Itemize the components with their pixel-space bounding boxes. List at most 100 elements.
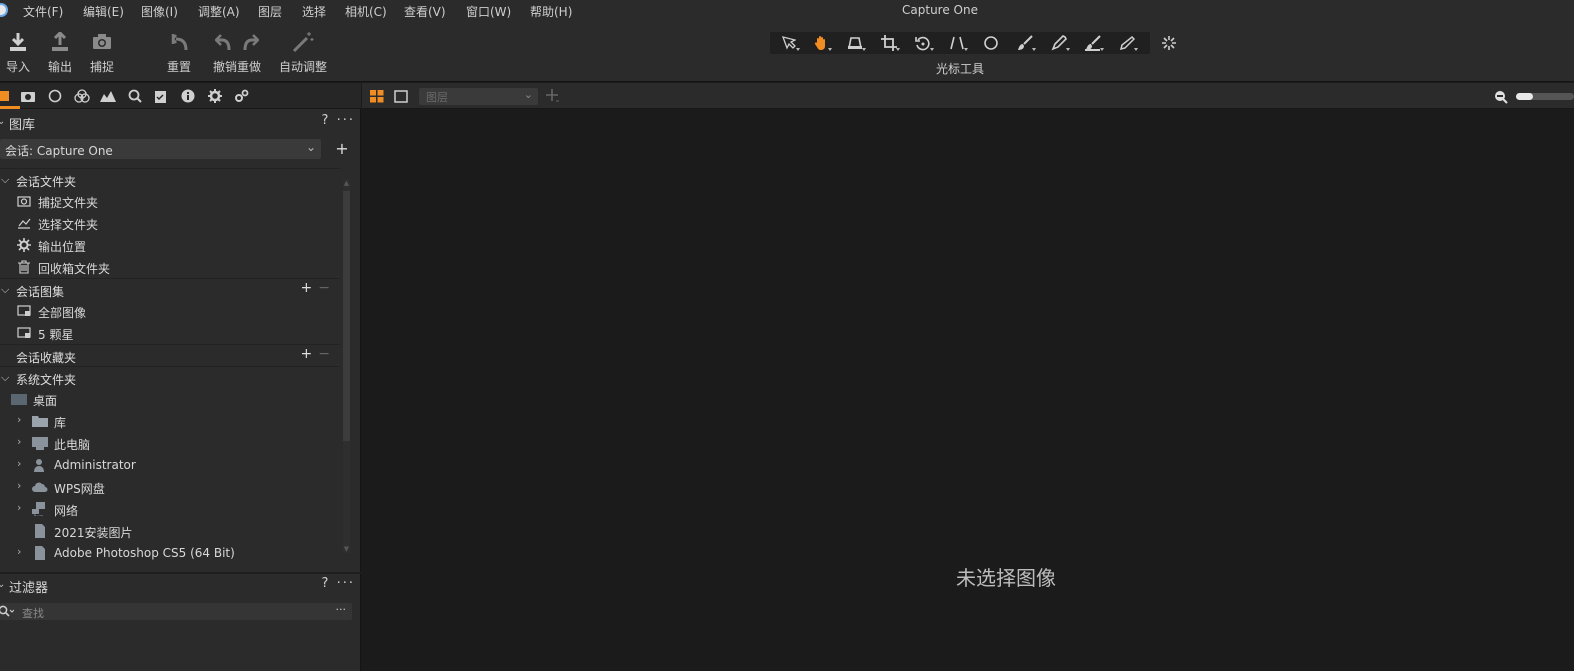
eraser-tool[interactable] <box>1080 34 1106 52</box>
add-layer-icon[interactable] <box>546 89 560 103</box>
chevron-right-icon[interactable]: › <box>17 479 21 492</box>
left-tool-panel: ⌄ 图库 ? ··· 会话: Capture One ⌄ + ⌵ 会话文件夹 捕… <box>0 83 361 671</box>
pencil-tool[interactable] <box>1114 34 1140 52</box>
rotate-tool[interactable] <box>910 34 936 52</box>
system-folder-administrator[interactable]: › Administrator <box>0 454 340 476</box>
session-favorites-header[interactable]: 会话收藏夹 +− <box>0 344 340 366</box>
crop-icon <box>881 35 897 51</box>
picker-tool[interactable] <box>1046 34 1072 52</box>
hand-pan-icon <box>814 36 825 50</box>
scroll-down-icon[interactable]: ▼ <box>343 545 350 553</box>
menu-view[interactable]: 查看(V) <box>404 3 446 20</box>
file-icon <box>35 546 45 560</box>
filters-help-button[interactable]: ? <box>322 576 331 591</box>
crop-tool[interactable] <box>876 34 902 52</box>
list-item-label: 5 颗星 <box>38 328 74 342</box>
session-folder-output[interactable]: 输出位置 <box>0 234 340 256</box>
menu-image[interactable]: 图像(I) <box>141 3 178 20</box>
system-folders-header[interactable]: ⌵ 系统文件夹 <box>0 366 340 388</box>
system-folder-wps-drive[interactable]: › WPS网盘 <box>0 476 340 498</box>
chevron-right-icon[interactable]: › <box>17 545 21 558</box>
tab-metadata[interactable] <box>179 87 197 105</box>
brush-tool[interactable] <box>1012 34 1038 52</box>
add-album-button[interactable]: + <box>301 280 319 296</box>
library-help-button[interactable]: ? <box>322 113 331 128</box>
session-select[interactable]: 会话: Capture One ⌄ <box>0 139 321 159</box>
capture-button[interactable]: 捕捉 <box>88 30 116 75</box>
menu-select[interactable]: 选择 <box>302 3 326 20</box>
library-scroll-thumb[interactable] <box>343 191 350 441</box>
system-folder-2021-images[interactable]: 2021安装图片 <box>0 520 340 542</box>
tab-batch[interactable] <box>233 87 251 105</box>
gear-tab-icon <box>208 89 222 103</box>
library-scrollbar[interactable]: ▲ ▼ <box>343 179 350 553</box>
menu-adjust[interactable]: 调整(A) <box>198 3 240 20</box>
image-viewer[interactable]: 未选择图像 <box>362 109 1574 671</box>
chevron-right-icon[interactable]: › <box>17 501 21 514</box>
tab-output[interactable] <box>206 87 224 105</box>
system-folder-library[interactable]: › 库 <box>0 410 340 432</box>
tab-details[interactable] <box>126 87 144 105</box>
tab-library[interactable] <box>0 87 14 105</box>
library-section-header[interactable]: ⌄ 图库 ? ··· <box>0 111 361 133</box>
layer-select[interactable]: 图层 ⌄ <box>419 88 538 105</box>
filters-more-button[interactable]: ··· <box>337 576 355 591</box>
session-folder-trash[interactable]: 回收箱文件夹 <box>0 256 340 278</box>
filter-search-input[interactable]: 查找 ··· <box>0 603 352 620</box>
menu-help[interactable]: 帮助(H) <box>530 3 572 20</box>
pan-tool[interactable] <box>808 34 834 52</box>
zoom-out-icon[interactable] <box>1494 90 1508 104</box>
add-favorite-button[interactable]: + <box>301 346 319 362</box>
scroll-up-icon[interactable]: ▲ <box>343 179 350 187</box>
album-5-stars[interactable]: 5 颗星 <box>0 322 340 344</box>
import-button[interactable]: 导入 <box>4 30 32 75</box>
remove-favorite-button[interactable]: − <box>318 346 336 362</box>
session-albums-header[interactable]: ⌵ 会话图集 +− <box>0 278 340 300</box>
import-icon <box>10 33 26 51</box>
single-view-icon[interactable] <box>394 90 408 103</box>
tab-adjustments[interactable] <box>152 87 170 105</box>
album-all-images[interactable]: 全部图像 <box>0 300 340 322</box>
zoom-slider[interactable] <box>1516 93 1574 100</box>
session-folders-header[interactable]: ⌵ 会话文件夹 <box>0 168 340 190</box>
straighten-tool[interactable] <box>944 34 970 52</box>
spot-tool[interactable] <box>978 34 1004 52</box>
grid-view-icon[interactable] <box>370 90 384 103</box>
menu-layers[interactable]: 图层 <box>258 3 282 20</box>
filter-search-options[interactable]: ··· <box>336 603 347 616</box>
camera-icon <box>93 34 111 49</box>
system-folder-photoshop[interactable]: › Adobe Photoshop CS5 (64 Bit) <box>0 542 340 564</box>
list-item-label: 此电脑 <box>54 438 91 452</box>
cloud-icon <box>32 482 48 492</box>
menu-window[interactable]: 窗口(W) <box>466 3 511 20</box>
keystone-tool[interactable] <box>842 34 868 52</box>
tab-color[interactable] <box>73 87 91 105</box>
session-folder-capture[interactable]: 捕捉文件夹 <box>0 190 340 212</box>
menu-file[interactable]: 文件(F) <box>23 3 63 20</box>
filters-section-header[interactable]: ⌄ 过滤器 ? ··· <box>0 572 361 596</box>
menu-edit[interactable]: 编辑(E) <box>83 3 124 20</box>
session-folder-selects[interactable]: 选择文件夹 <box>0 212 340 234</box>
export-button[interactable]: 输出 <box>46 30 74 75</box>
info-tab-icon <box>181 89 195 103</box>
cursor-tools-spinner[interactable] <box>1156 34 1182 52</box>
system-folder-network[interactable]: › 网络 <box>0 498 340 520</box>
auto-adjust-button[interactable]: 自动调整 <box>278 30 328 75</box>
add-session-button[interactable]: + <box>333 139 351 159</box>
chevron-down-icon: ⌵ <box>1 173 10 186</box>
tab-exposure[interactable] <box>99 87 117 105</box>
reset-button[interactable]: 重置 <box>164 30 194 75</box>
chevron-right-icon[interactable]: › <box>17 457 21 470</box>
system-folder-this-pc[interactable]: › 此电脑 <box>0 432 340 454</box>
select-tool[interactable] <box>776 34 802 52</box>
chevron-right-icon[interactable]: › <box>17 435 21 448</box>
list-item-label: 2021安装图片 <box>54 526 133 540</box>
tab-capture[interactable] <box>19 87 37 105</box>
undo-redo-button[interactable]: 撤销重做 <box>211 30 263 75</box>
chevron-right-icon[interactable]: › <box>17 413 21 426</box>
system-folder-desktop[interactable]: 桌面 <box>0 388 340 410</box>
tab-lens[interactable] <box>46 87 64 105</box>
remove-album-button[interactable]: − <box>318 280 336 296</box>
library-more-button[interactable]: ··· <box>337 113 355 128</box>
menu-camera[interactable]: 相机(C) <box>345 3 387 20</box>
